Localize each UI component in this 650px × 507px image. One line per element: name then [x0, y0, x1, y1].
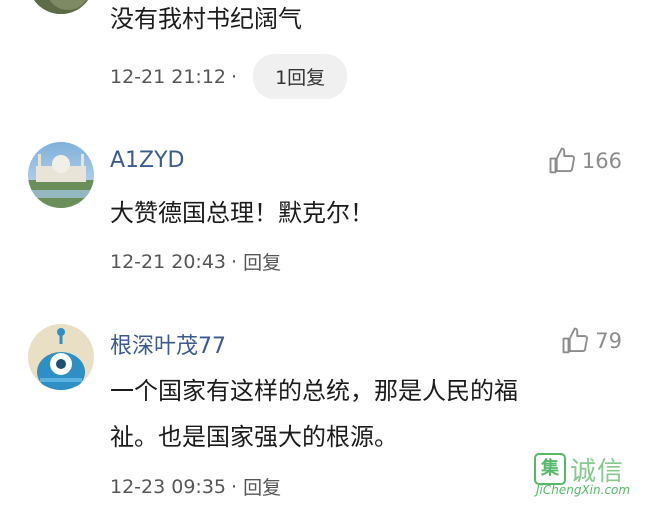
comment-2-meta: 12-23 09:35 · 回复 [110, 473, 281, 500]
comment-2-reply-button[interactable]: 回复 [243, 473, 281, 500]
thumbs-up-icon [562, 327, 589, 354]
comment-2-time: 12-23 09:35 [110, 475, 227, 498]
mosque-avatar-image [28, 142, 94, 208]
comment-1-username[interactable]: A1ZYD [110, 148, 185, 173]
comment-0-meta: 12-21 21:12 · 1回复 [110, 54, 348, 99]
comment-2-content: 一个国家有这样的总统，那是人民的福 祉。也是国家强大的根源。 [110, 368, 518, 460]
comment-1-content: 大赞德国总理！默克尔！ [110, 199, 374, 227]
comment-2-username[interactable]: 根深叶茂77 [110, 328, 226, 360]
meta-separator: · [231, 250, 238, 273]
comment-1-avatar[interactable] [28, 142, 94, 208]
comment-1-meta: 12-21 20:43 · 回复 [110, 248, 281, 275]
comment-0-content: 没有我村书纪阔气 [110, 5, 302, 33]
watermark-logo: 集 诚信 JiChengXin.com [528, 451, 648, 501]
comment-2-like-count: 79 [595, 329, 622, 353]
thumbs-up-icon [549, 147, 575, 174]
comment-2-line-1: 一个国家有这样的总统，那是人民的福 [110, 377, 518, 405]
comment-1-reply-button[interactable]: 回复 [243, 248, 281, 275]
comment-2-avatar[interactable] [28, 324, 94, 390]
comment-1-time: 12-21 20:43 [110, 250, 227, 273]
avatar-image [28, 0, 94, 14]
comment-1-like-count: 166 [581, 149, 622, 173]
comment-0-reply-button[interactable]: 1回复 [253, 54, 348, 99]
comment-2-line-2: 祉。也是国家强大的根源。 [110, 423, 398, 451]
watermark-url: JiChengXin.com [536, 483, 631, 497]
watermark-emblem-icon: 集 [534, 453, 566, 485]
comment-0-time: 12-21 21:12 [110, 65, 227, 88]
comment-0-avatar[interactable] [28, 0, 94, 14]
comment-1-like-button[interactable]: 166 [548, 146, 622, 176]
meta-separator: · [231, 65, 238, 88]
cartoon-alien-avatar-image [28, 324, 94, 390]
meta-separator: · [231, 475, 238, 498]
comment-2-like-button[interactable]: 79 [561, 326, 622, 356]
